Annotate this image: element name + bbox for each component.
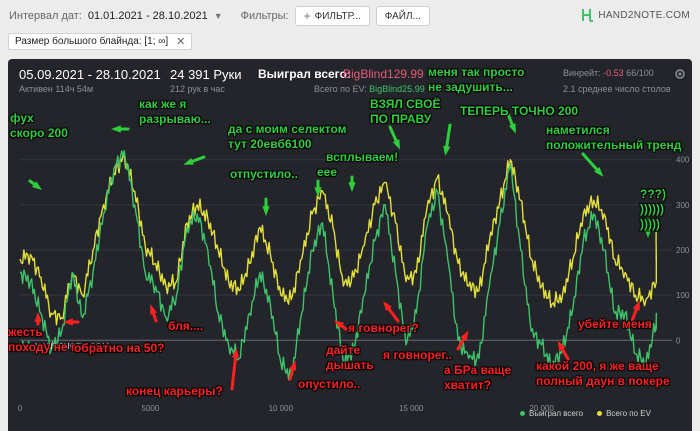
file-button-label: ФАЙЛ... [384,10,421,22]
graph-panel: 05.09.2021 - 28.10.2021 Активен 114ч 54м… [8,59,692,431]
y-tick-label: 100 [676,291,690,300]
annotation-arrow [230,351,238,391]
plus-icon: + [303,9,311,23]
legend-dot-icon [597,411,603,416]
hand2note-logo-icon [582,9,594,22]
annotation-vzyal: ВЗЯЛ СВОЁ ПО ПРАВУ [370,97,441,126]
legend-dot-icon [520,411,525,416]
arrow-head-icon [392,139,401,150]
y-tick-label: 0 [676,336,681,345]
brand-name: HAND2NOTE.COM [598,9,690,21]
y-tick-label: 200 [676,246,690,255]
y-tick-label: 400 [676,156,690,165]
annotation-ubeyte: убейте меня [578,317,652,331]
arrow-head-icon [460,330,469,341]
close-icon[interactable]: ✕ [176,35,185,48]
x-tick-label: 15 000 [399,404,424,413]
active-filter-chip[interactable]: Размер большого блайнда: [1; ∞] ✕ [8,33,193,50]
annotation-govnoreg2: я говнорег.. [383,348,452,362]
legend-item-ev[interactable]: Всего по EV [597,409,651,418]
chevron-down-icon[interactable]: ▼ [214,11,223,21]
arrow-head-icon [262,206,270,216]
annotation-eee: еее [317,165,338,179]
arrow-head-icon [348,182,356,192]
annotation-trend: наметился положительный тренд [546,123,682,152]
annotation-konec: конец карьеры? [126,384,223,398]
annotation-obratno: обратно на 50? [74,341,165,355]
annotation-menya: меня так просто не задушить... [428,65,525,94]
annotation-blya: бля.... [168,319,204,333]
date-range-select[interactable]: 01.01.2021 - 28.10.2021 [88,10,208,22]
annotation-fuh: фух скоро 200 [10,111,68,140]
annotation-govnoreg1: я говнорег? [348,321,419,335]
date-interval-label: Интервал дат: [9,10,82,22]
annotation-opustilo: опустило.. [298,377,361,391]
annotation-kakoy: какой 200, я же ваще полный даун в покере [536,359,670,388]
annotation-otpustilo1: отпустило.. [230,167,298,181]
x-tick-label: 0 [18,404,23,413]
filter-button-label: ФИЛЬТР... [314,10,361,22]
series-line-ev [19,154,658,326]
brand-logo: HAND2NOTE.COM [582,8,690,22]
arrow-head-icon [508,123,516,134]
x-tick-label: 5000 [142,404,160,413]
file-button[interactable]: ФАЙЛ... [375,6,430,26]
legend-item-won[interactable]: Выиграл всего [520,409,583,418]
annotation-bra: а БРа ваще хватит? [444,363,512,392]
legend: Выиграл всего Всего по EV [520,409,665,418]
annotation-dayte: дайте дышать [326,343,374,372]
grid-lines [20,159,672,341]
legend-won-label: Выиграл всего [529,409,584,418]
arrow-head-icon [111,125,121,133]
annotation-qqq: ???)))))))))))) [640,187,666,231]
active-filter-label: Размер большого блайнда: [1; ∞] [15,36,169,47]
x-tick-label: 10 000 [269,404,294,413]
arrow-head-icon [150,304,157,315]
legend-ev-label: Всего по EV [606,409,651,418]
y-tick-label: 300 [676,201,690,210]
filters-label: Фильтры: [240,10,289,22]
arrow-head-icon [183,157,194,165]
annotation-tochno: ТЕПЕРЬ ТОЧНО 200 [460,104,579,118]
arrow-head-icon [443,145,451,156]
filter-button[interactable]: + ФИЛЬТР... [294,6,370,26]
annotation-razryv: как же я разрываю... [139,97,211,126]
annotation-selekt: да с моим селектом тут 20евб6100 [228,122,347,151]
annotation-vsplyvaem: всплываем! [326,150,399,164]
